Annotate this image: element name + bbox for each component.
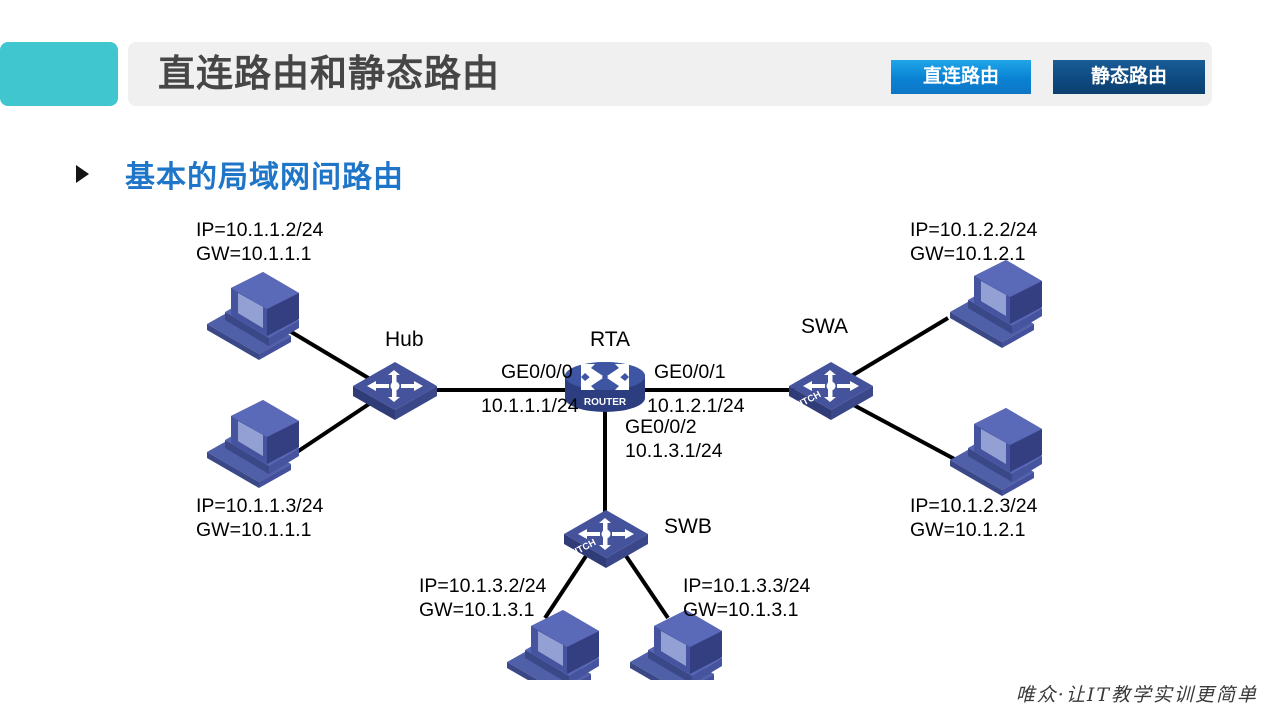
device-label-swa: SWA <box>801 315 849 338</box>
host-label-pc6-gw: GW=10.1.3.1 <box>683 599 799 621</box>
host-label-pc4-gw: GW=10.1.2.1 <box>910 519 1026 541</box>
footer-watermark: 唯众·让IT教学实训更简单 <box>1015 684 1258 706</box>
host-label-pc1-ip: IP=10.1.1.2/24 <box>196 219 324 241</box>
link-swb-pc6 <box>620 548 670 620</box>
interface-label-ge000-address: 10.1.1.1/24 <box>481 395 579 417</box>
interface-label-ge002-name: GE0/0/2 <box>625 416 697 438</box>
device-label-hub: Hub <box>385 328 424 351</box>
slide-header: 直连路由和静态路由 直连路由 静态路由 <box>0 0 1280 120</box>
switch-icon-swb <box>564 510 648 568</box>
host-label-pc3-gw: GW=10.1.2.1 <box>910 243 1026 265</box>
host-label-pc6-ip: IP=10.1.3.3/24 <box>683 575 811 597</box>
interface-label-ge000-name: GE0/0/0 <box>501 361 573 383</box>
pc-icon-4 <box>950 408 1042 496</box>
host-label-pc5-ip: IP=10.1.3.2/24 <box>419 575 547 597</box>
triangle-right-icon <box>76 165 89 183</box>
device-label-rta: RTA <box>590 328 631 351</box>
topology-links <box>286 316 961 620</box>
router-icon-text: ROUTER <box>584 397 627 408</box>
host-label-pc2-gw: GW=10.1.1.1 <box>196 519 312 541</box>
host-label-pc5-gw: GW=10.1.3.1 <box>419 599 535 621</box>
interface-label-ge001-name: GE0/0/1 <box>654 361 726 383</box>
page-title: 直连路由和静态路由 <box>158 53 500 94</box>
hub-icon <box>353 362 437 420</box>
tag-direct-route[interactable]: 直连路由 <box>891 60 1031 94</box>
host-label-pc2-ip: IP=10.1.1.3/24 <box>196 495 324 517</box>
pc-icon-1 <box>207 272 299 360</box>
host-label-pc3-ip: IP=10.1.2.2/24 <box>910 219 1038 241</box>
interface-label-ge002-address: 10.1.3.1/24 <box>625 440 723 462</box>
host-label-pc4-ip: IP=10.1.2.3/24 <box>910 495 1038 517</box>
host-label-pc1-gw: GW=10.1.1.1 <box>196 243 312 265</box>
link-pc1-hub <box>286 328 377 384</box>
header-accent-block <box>0 42 118 106</box>
tag-static-route[interactable]: 静态路由 <box>1053 60 1205 94</box>
pc-icon-3 <box>950 260 1042 348</box>
network-topology-diagram: ROUTER SWITCH SWITCH Hub RTA SWA SWB GE0… <box>0 200 1280 680</box>
link-pc2-hub <box>286 398 377 460</box>
pc-icon-2 <box>207 400 299 488</box>
section-title: 基本的局域网间路由 <box>125 161 404 194</box>
link-swa-pc3 <box>846 316 950 380</box>
header-title-panel: 直连路由和静态路由 <box>128 42 1212 106</box>
section-heading: 基本的局域网间路由 <box>76 152 404 196</box>
link-swa-pc4 <box>847 400 961 464</box>
device-label-swb: SWB <box>664 515 712 538</box>
